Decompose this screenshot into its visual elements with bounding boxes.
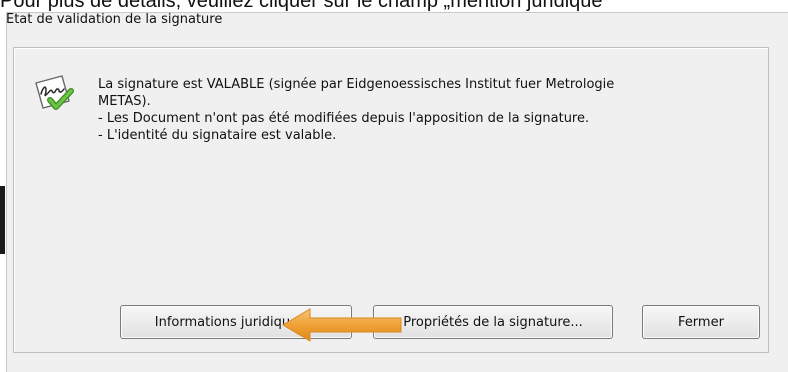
message-line: - Les Document n'ont pas été modifiées d… xyxy=(98,111,590,126)
signature-properties-button[interactable]: Propriétés de la signature... xyxy=(373,305,613,339)
message-line: METAS). xyxy=(98,94,151,109)
left-arrow-icon xyxy=(282,308,402,342)
document-text-cropped: Pour plus de détails, veuillez cliquer s… xyxy=(0,0,610,12)
signature-valid-icon xyxy=(35,75,74,110)
dialog-title: Etat de validation de la signature xyxy=(6,12,223,27)
close-button[interactable]: Fermer xyxy=(642,305,760,339)
message-line: La signature est VALABLE (signée par Eid… xyxy=(98,77,615,92)
screenshot: Pour plus de détails, veuillez cliquer s… xyxy=(0,0,788,372)
validation-message: La signature est VALABLE (signée par Eid… xyxy=(98,76,738,144)
message-line: - L'identité du signataire est valable. xyxy=(98,128,337,143)
left-edge-mark xyxy=(0,186,5,254)
